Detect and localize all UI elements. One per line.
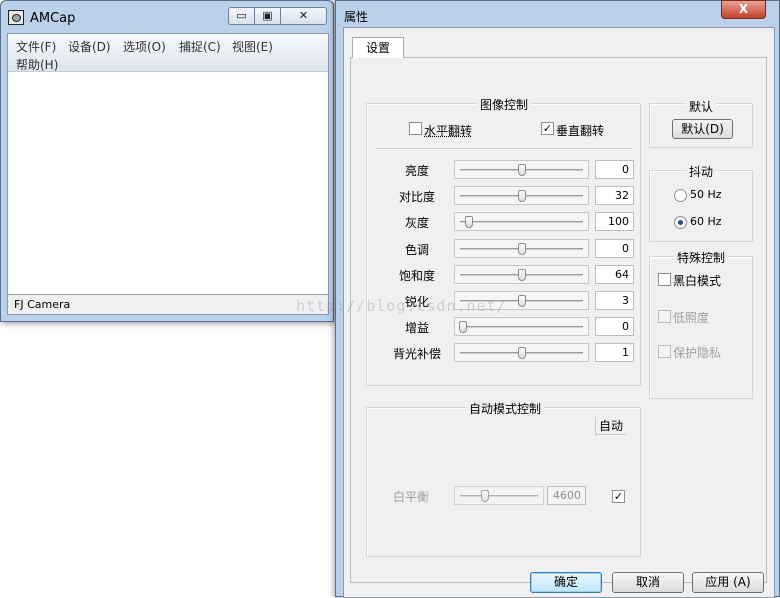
radio-50hz[interactable] <box>674 189 687 202</box>
hflip-label: 水平翻转 <box>424 124 473 138</box>
slider-thumb[interactable] <box>518 269 526 281</box>
dialog-title: 属性 <box>344 10 369 24</box>
slider-track[interactable] <box>454 212 589 231</box>
status-bar: FJ Camera <box>8 294 328 314</box>
cancel-button[interactable]: 取消 <box>612 572 684 593</box>
tab-settings[interactable]: 设置 <box>352 37 404 58</box>
slider-thumb[interactable] <box>459 321 467 333</box>
privacy-checkbox[interactable] <box>658 345 671 358</box>
flicker-group-title: 抖动 <box>686 163 717 180</box>
auto-mode-title: 自动模式控制 <box>466 400 545 417</box>
camera-icon <box>8 10 24 25</box>
slider-track[interactable] <box>454 265 589 284</box>
slider-track[interactable] <box>454 317 589 336</box>
default-group: 默认 默认(D) <box>649 98 753 148</box>
white-balance-auto-checkbox[interactable]: ✓ <box>612 490 625 503</box>
radio-50hz-label: 50 Hz <box>690 188 722 201</box>
ok-button[interactable]: 确定 <box>530 572 602 593</box>
amcap-title-bar[interactable]: AMCap ▭ ▣ ✕ <box>1 1 333 33</box>
dialog-close-button[interactable]: X <box>721 0 766 19</box>
vflip-checkbox[interactable]: ✓ <box>541 122 554 135</box>
slider-value[interactable]: 100 <box>595 212 634 231</box>
slider-label: 对比度 <box>399 190 436 204</box>
amcap-title: AMCap <box>30 11 76 26</box>
slider-track[interactable] <box>454 186 589 205</box>
special-control-group: 特殊控制 黑白模式 低照度 保护隐私 <box>649 249 753 399</box>
flicker-group: 抖动 50 Hz 60 Hz <box>649 163 753 242</box>
divider <box>375 148 631 150</box>
slider-label: 背光补偿 <box>393 347 442 361</box>
bw-mode-label: 黑白模式 <box>673 274 722 288</box>
auto-header-label: 自动 <box>595 417 627 435</box>
slider-thumb[interactable] <box>465 216 473 228</box>
white-balance-value: 4600 <box>547 486 586 505</box>
white-balance-label: 白平衡 <box>393 490 430 504</box>
image-control-group: 图像控制 水平翻转 ✓ 垂直翻转 亮度 0 对比度 32 灰度 100 色调 0 饱和度 64 锐化… <box>366 96 641 386</box>
bw-mode-checkbox[interactable] <box>658 273 671 286</box>
video-preview <box>8 72 328 294</box>
settings-panel: 图像控制 水平翻转 ✓ 垂直翻转 亮度 0 对比度 32 灰度 100 色调 0 饱和度 64 锐化… <box>350 57 767 583</box>
status-text: FJ Camera <box>14 298 71 311</box>
menu-help[interactable]: 帮助(H) <box>16 56 58 73</box>
amcap-client: 文件(F) 设备(D) 选项(O) 捕捉(C) 视图(E) 帮助(H) FJ C… <box>7 33 329 315</box>
slider-value[interactable]: 64 <box>595 265 634 284</box>
auto-mode-group: 自动模式控制 自动 白平衡 4600 ✓ <box>366 400 641 557</box>
slider-value[interactable]: 3 <box>595 291 634 310</box>
hflip-checkbox[interactable] <box>409 122 422 135</box>
slider-value[interactable]: 0 <box>595 317 634 336</box>
slider-label: 亮度 <box>405 164 430 178</box>
menu-bar: 文件(F) 设备(D) 选项(O) 捕捉(C) 视图(E) 帮助(H) <box>8 34 328 72</box>
white-balance-thumb[interactable] <box>481 490 489 502</box>
slider-track[interactable] <box>454 343 589 362</box>
amcap-window: AMCap ▭ ▣ ✕ 文件(F) 设备(D) 选项(O) 捕捉(C) 视图(E… <box>0 0 334 322</box>
slider-label: 饱和度 <box>399 269 436 283</box>
privacy-label: 保护隐私 <box>673 346 722 360</box>
menu-options[interactable]: 选项(O) <box>123 38 166 55</box>
slider-thumb[interactable] <box>518 347 526 359</box>
minimize-button[interactable]: ▭ <box>228 7 255 25</box>
slider-value[interactable]: 0 <box>595 160 634 179</box>
image-control-title: 图像控制 <box>477 96 532 113</box>
slider-track[interactable] <box>454 160 589 179</box>
slider-label: 灰度 <box>405 216 430 230</box>
default-group-title: 默认 <box>686 98 717 115</box>
slider-value[interactable]: 1 <box>595 343 634 362</box>
slider-label: 增益 <box>405 321 430 335</box>
menu-file[interactable]: 文件(F) <box>16 38 56 55</box>
white-balance-slider[interactable] <box>454 486 544 505</box>
radio-60hz-label: 60 Hz <box>690 215 722 228</box>
close-button[interactable]: ✕ <box>280 7 327 25</box>
menu-device[interactable]: 设备(D) <box>68 38 111 55</box>
slider-value[interactable]: 0 <box>595 239 634 258</box>
watermark-text: http://blog.csdn.net/ <box>296 297 507 315</box>
slider-thumb[interactable] <box>518 190 526 202</box>
slider-label: 色调 <box>405 243 430 257</box>
low-light-label: 低照度 <box>673 311 710 325</box>
menu-view[interactable]: 视图(E) <box>232 38 273 55</box>
radio-60hz[interactable] <box>674 216 687 229</box>
slider-thumb[interactable] <box>518 243 526 255</box>
slider-thumb[interactable] <box>518 295 526 307</box>
menu-capture[interactable]: 捕捉(C) <box>179 38 221 55</box>
apply-button[interactable]: 应用 (A) <box>692 572 764 593</box>
slider-track[interactable] <box>454 239 589 258</box>
slider-value[interactable]: 32 <box>595 186 634 205</box>
slider-thumb[interactable] <box>518 164 526 176</box>
maximize-button[interactable]: ▣ <box>254 7 281 25</box>
vflip-label: 垂直翻转 <box>556 124 605 138</box>
default-button[interactable]: 默认(D) <box>672 119 733 139</box>
low-light-checkbox[interactable] <box>658 310 671 323</box>
special-control-title: 特殊控制 <box>674 249 729 266</box>
